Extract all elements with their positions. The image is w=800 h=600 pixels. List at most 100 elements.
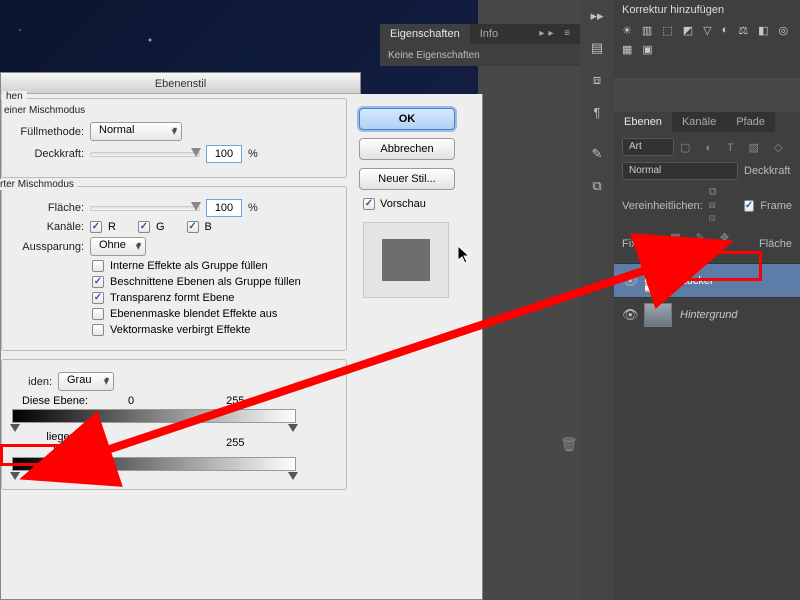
layers-panel: Ebenen Kanäle Pfade Art ▢ ◐ T ▨ ◇ Normal… [614, 112, 800, 600]
trash-icon[interactable]: 🗑 [560, 436, 578, 453]
opt4-checkbox[interactable] [92, 308, 104, 320]
layer-thumbnail[interactable] [644, 303, 672, 327]
unify-label: Vereinheitlichen: [622, 200, 703, 212]
opt5-checkbox[interactable] [92, 324, 104, 336]
3d-icon[interactable]: ⧈ [580, 64, 614, 96]
properties-empty-text: Keine Eigenschaften [380, 44, 580, 67]
opacity-slider[interactable] [90, 152, 200, 157]
tab-layers[interactable]: Ebenen [614, 112, 672, 132]
frame-checkbox[interactable] [744, 200, 754, 212]
preview-label: Vorschau [380, 198, 426, 210]
opt1-label: Interne Effekte als Gruppe füllen [110, 260, 268, 272]
unify-icons[interactable]: ⧉ ⧈ ⧇ [709, 186, 734, 225]
layer-opacity-label: Deckkraft [744, 165, 790, 177]
layer-style-dialog: hen einer Mischmodus Füllmethode: Normal… [0, 94, 483, 600]
channel-g-label: G [156, 221, 165, 233]
blend-mode-group: hen einer Mischmodus Füllmethode: Normal… [1, 98, 347, 178]
fill-opacity-input[interactable] [206, 199, 242, 217]
this-layer-min: 0 [128, 395, 134, 407]
vertical-dock: ▸▸ ▤ ⧈ ¶ ✎ ⧉ [580, 0, 614, 600]
bw-icon[interactable]: ◧ [758, 24, 768, 37]
tab-properties[interactable]: Eigenschaften [380, 24, 470, 44]
opacity-unit: % [248, 148, 258, 160]
dock-icon[interactable]: ▸▸ [580, 0, 614, 32]
blend-if-group: iden: Grau▾ Diese Ebene: 0 255 liegende … [1, 359, 347, 490]
adjustments-panel: Korrektur hinzufügen ☀ ▥ ⬚ ◩ ▽ ◐ ⚖ ◧ ◎ ▦… [614, 0, 800, 78]
preview-checkbox[interactable] [363, 198, 375, 210]
tab-channels[interactable]: Kanäle [672, 112, 726, 132]
levels-icon[interactable]: ▥ [642, 24, 652, 37]
this-layer-blend-slider[interactable] [12, 409, 296, 423]
underlying-blend-slider[interactable] [12, 457, 296, 471]
exposure-icon[interactable]: ◩ [683, 24, 693, 37]
opt4-label: Ebenenmaske blendet Effekte aus [110, 308, 277, 320]
layer-blend-select[interactable]: Normal [622, 162, 738, 180]
underlying-min: 0 [128, 437, 134, 449]
underlying-layer-label: liegende Ebene: [12, 431, 88, 455]
layer-name[interactable]: Hintergrund [680, 309, 737, 321]
blend-if-mode-label: iden: [12, 376, 52, 388]
advanced-blend-group: rter Mischmodus Fläche: % Kanäle: R G B … [1, 186, 347, 351]
channel-b-label: B [205, 221, 212, 233]
vibrance-icon[interactable]: ▽ [703, 24, 711, 37]
layer-filter-select[interactable]: Art [622, 138, 674, 156]
panel-collapse-icon[interactable]: ▸▸ ≡ [539, 28, 574, 39]
channel-r-label: R [108, 221, 116, 233]
channel-r-checkbox[interactable] [90, 221, 102, 233]
paragraph-icon[interactable]: ¶ [580, 96, 614, 128]
photofilter-icon[interactable]: ◎ [779, 24, 789, 37]
visibility-icon[interactable]: 👁 [622, 273, 636, 289]
opt5-label: Vektormaske verbirgt Effekte [110, 324, 250, 336]
tab-paths[interactable]: Pfade [726, 112, 775, 132]
opacity-input[interactable] [206, 145, 242, 163]
balance-icon[interactable]: ⚖ [738, 24, 748, 37]
curves-icon[interactable]: ⬚ [662, 24, 672, 37]
adjustments-title: Korrektur hinzufügen [614, 0, 800, 20]
opt2-checkbox[interactable] [92, 276, 104, 288]
mouse-cursor [458, 246, 472, 264]
fill-label: Fläche [759, 238, 792, 250]
brightness-icon[interactable]: ☀ [622, 24, 632, 37]
layer-row-hintergrund[interactable]: 👁 Hintergrund [614, 297, 800, 331]
knockout-select[interactable]: Ohne [90, 237, 146, 256]
fill-opacity-unit: % [248, 202, 258, 214]
channel-g-checkbox[interactable] [138, 221, 150, 233]
lock-icons[interactable]: ▦ ✎ ✥ 🔒 [670, 231, 753, 257]
opt3-checkbox[interactable] [92, 292, 104, 304]
layer-thumbnail[interactable] [644, 269, 672, 293]
lock-label: Fixieren: [622, 238, 664, 250]
opacity-label: Deckkraft: [12, 148, 84, 160]
new-style-button[interactable]: Neuer Stil... [359, 168, 455, 190]
clone-icon[interactable]: ⧉ [580, 170, 614, 202]
mixer-icon[interactable]: ▦ [622, 43, 632, 56]
fill-method-label: Füllmethode: [12, 126, 84, 138]
histogram-icon[interactable]: ▤ [580, 32, 614, 64]
hue-icon[interactable]: ◐ [722, 24, 729, 37]
this-layer-label: Diese Ebene: [12, 395, 88, 407]
lookup-icon[interactable]: ▣ [642, 43, 652, 56]
frame-label: Frame [760, 200, 792, 212]
opt2-label: Beschnittene Ebenen als Gruppe füllen [110, 276, 301, 288]
channel-b-checkbox[interactable] [187, 221, 199, 233]
group-subtitle-2: rter Mischmodus [0, 179, 78, 190]
ok-button[interactable]: OK [359, 108, 455, 130]
opt1-checkbox[interactable] [92, 260, 104, 272]
blend-if-select[interactable]: Grau [58, 372, 114, 391]
layer-name[interactable]: Zucker [680, 275, 714, 287]
layer-row-zucker[interactable]: 👁 Zucker [614, 263, 800, 297]
knockout-label: Aussparung: [12, 241, 84, 253]
group-subtitle-1: einer Mischmodus [4, 105, 336, 116]
filter-icons[interactable]: ▢ ◐ T ▨ ◇ [680, 141, 788, 154]
brush-icon[interactable]: ✎ [580, 138, 614, 170]
fill-opacity-label: Fläche: [12, 202, 84, 214]
visibility-icon[interactable]: 👁 [622, 307, 636, 323]
properties-panel: Eigenschaften Info ▸▸ ≡ Keine Eigenschaf… [380, 24, 580, 66]
fill-opacity-slider[interactable] [90, 206, 200, 211]
cancel-button[interactable]: Abbrechen [359, 138, 455, 160]
group-title-1a: hen [2, 91, 27, 102]
preview-swatch [363, 222, 449, 298]
channels-label: Kanäle: [12, 221, 84, 233]
this-layer-max: 255 [226, 395, 244, 407]
fill-method-select[interactable]: Normal [90, 122, 182, 141]
tab-info[interactable]: Info [470, 24, 508, 44]
